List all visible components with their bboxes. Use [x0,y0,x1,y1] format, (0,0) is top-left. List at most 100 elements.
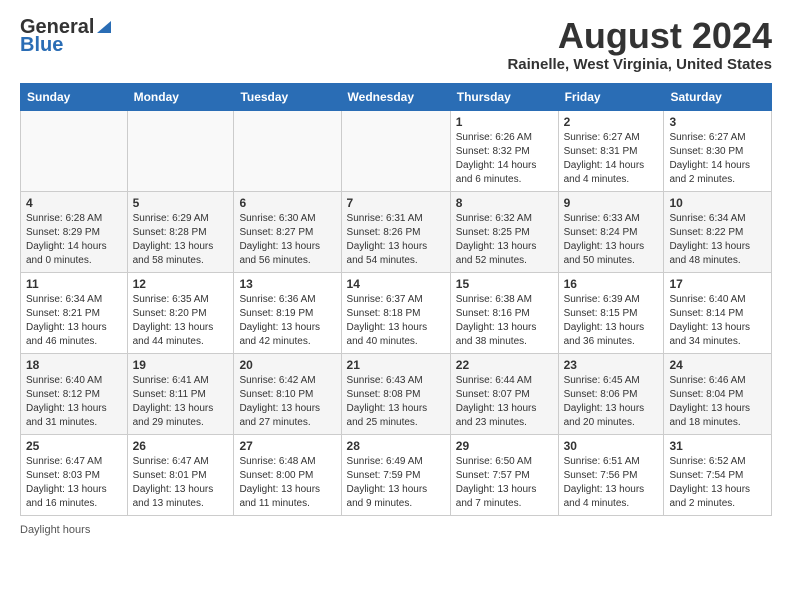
footer: Daylight hours [20,524,772,536]
day-of-week-header: Saturday [664,83,772,110]
day-of-week-header: Sunday [21,83,128,110]
day-number: 27 [239,439,335,453]
day-info: Sunrise: 6:40 AM Sunset: 8:14 PM Dayligh… [669,293,766,349]
calendar-cell [21,110,128,191]
day-number: 26 [133,439,229,453]
day-info: Sunrise: 6:35 AM Sunset: 8:20 PM Dayligh… [133,293,229,349]
day-info: Sunrise: 6:46 AM Sunset: 8:04 PM Dayligh… [669,374,766,430]
calendar-cell: 19 Sunrise: 6:41 AM Sunset: 8:11 PM Dayli… [127,353,234,434]
day-number: 6 [239,196,335,210]
day-number: 19 [133,358,229,372]
day-number: 16 [564,277,659,291]
day-number: 12 [133,277,229,291]
day-info: Sunrise: 6:50 AM Sunset: 7:57 PM Dayligh… [456,455,553,511]
day-info: Sunrise: 6:41 AM Sunset: 8:11 PM Dayligh… [133,374,229,430]
day-number: 9 [564,196,659,210]
day-number: 14 [347,277,445,291]
day-number: 15 [456,277,553,291]
day-info: Sunrise: 6:37 AM Sunset: 8:18 PM Dayligh… [347,293,445,349]
calendar-cell: 1Sunrise: 6:26 AM Sunset: 8:32 PM Daylig… [450,110,558,191]
calendar-cell: 17 Sunrise: 6:40 AM Sunset: 8:14 PM Dayli… [664,272,772,353]
day-number: 5 [133,196,229,210]
calendar-cell: 27Sunrise: 6:48 AM Sunset: 8:00 PM Dayli… [234,434,341,515]
day-number: 29 [456,439,553,453]
calendar-cell: 5 Sunrise: 6:29 AM Sunset: 8:28 PM Daylig… [127,191,234,272]
day-info: Sunrise: 6:27 AM Sunset: 8:31 PM Dayligh… [564,131,659,187]
day-number: 10 [669,196,766,210]
calendar-cell: 15 Sunrise: 6:38 AM Sunset: 8:16 PM Dayli… [450,272,558,353]
day-info: Sunrise: 6:27 AM Sunset: 8:30 PM Dayligh… [669,131,766,187]
calendar-cell: 12 Sunrise: 6:35 AM Sunset: 8:20 PM Dayli… [127,272,234,353]
calendar-cell: 7 Sunrise: 6:31 AM Sunset: 8:26 PM Daylig… [341,191,450,272]
day-number: 1 [456,115,553,129]
calendar-cell: 21 Sunrise: 6:43 AM Sunset: 8:08 PM Dayli… [341,353,450,434]
calendar-cell: 20 Sunrise: 6:42 AM Sunset: 8:10 PM Dayli… [234,353,341,434]
day-info: Sunrise: 6:28 AM Sunset: 8:29 PM Dayligh… [26,212,122,268]
calendar-cell [341,110,450,191]
day-info: Sunrise: 6:30 AM Sunset: 8:27 PM Dayligh… [239,212,335,268]
calendar-cell: 10 Sunrise: 6:34 AM Sunset: 8:22 PM Dayli… [664,191,772,272]
day-number: 22 [456,358,553,372]
day-number: 18 [26,358,122,372]
day-info: Sunrise: 6:29 AM Sunset: 8:28 PM Dayligh… [133,212,229,268]
day-info: Sunrise: 6:33 AM Sunset: 8:24 PM Dayligh… [564,212,659,268]
day-info: Sunrise: 6:49 AM Sunset: 7:59 PM Dayligh… [347,455,445,511]
calendar-cell: 22 Sunrise: 6:44 AM Sunset: 8:07 PM Dayli… [450,353,558,434]
day-info: Sunrise: 6:34 AM Sunset: 8:22 PM Dayligh… [669,212,766,268]
day-info: Sunrise: 6:36 AM Sunset: 8:19 PM Dayligh… [239,293,335,349]
calendar-cell: 9 Sunrise: 6:33 AM Sunset: 8:24 PM Daylig… [558,191,664,272]
day-info: Sunrise: 6:32 AM Sunset: 8:25 PM Dayligh… [456,212,553,268]
day-number: 2 [564,115,659,129]
day-number: 3 [669,115,766,129]
day-info: Sunrise: 6:51 AM Sunset: 7:56 PM Dayligh… [564,455,659,511]
calendar-cell [127,110,234,191]
day-of-week-header: Thursday [450,83,558,110]
calendar-cell: 30 Sunrise: 6:51 AM Sunset: 7:56 PM Dayli… [558,434,664,515]
day-number: 13 [239,277,335,291]
day-info: Sunrise: 6:34 AM Sunset: 8:21 PM Dayligh… [26,293,122,349]
location: Rainelle, West Virginia, United States [507,56,772,73]
calendar-cell: 23 Sunrise: 6:45 AM Sunset: 8:06 PM Dayli… [558,353,664,434]
header: General Blue August 2024 Rainelle, West … [20,16,772,73]
month-year: August 2024 [507,16,772,56]
day-number: 20 [239,358,335,372]
day-info: Sunrise: 6:39 AM Sunset: 8:15 PM Dayligh… [564,293,659,349]
day-info: Sunrise: 6:47 AM Sunset: 8:03 PM Dayligh… [26,455,122,511]
day-number: 23 [564,358,659,372]
day-number: 24 [669,358,766,372]
calendar-table: SundayMondayTuesdayWednesdayThursdayFrid… [20,83,772,516]
day-info: Sunrise: 6:43 AM Sunset: 8:08 PM Dayligh… [347,374,445,430]
calendar-cell: 29 Sunrise: 6:50 AM Sunset: 7:57 PM Dayli… [450,434,558,515]
day-number: 28 [347,439,445,453]
day-info: Sunrise: 6:42 AM Sunset: 8:10 PM Dayligh… [239,374,335,430]
calendar-cell: 14 Sunrise: 6:37 AM Sunset: 8:18 PM Dayli… [341,272,450,353]
calendar-cell: 13 Sunrise: 6:36 AM Sunset: 8:19 PM Dayli… [234,272,341,353]
calendar-cell: 18Sunrise: 6:40 AM Sunset: 8:12 PM Dayli… [21,353,128,434]
day-info: Sunrise: 6:45 AM Sunset: 8:06 PM Dayligh… [564,374,659,430]
footer-text: Daylight hours [20,524,90,536]
calendar-cell: 11 Sunrise: 6:34 AM Sunset: 8:21 PM Dayli… [21,272,128,353]
day-info: Sunrise: 6:44 AM Sunset: 8:07 PM Dayligh… [456,374,553,430]
calendar-cell: 3 Sunrise: 6:27 AM Sunset: 8:30 PM Daylig… [664,110,772,191]
logo-blue: Blue [20,34,63,57]
day-info: Sunrise: 6:31 AM Sunset: 8:26 PM Dayligh… [347,212,445,268]
day-of-week-header: Wednesday [341,83,450,110]
day-number: 17 [669,277,766,291]
day-of-week-header: Monday [127,83,234,110]
calendar-cell: 28 Sunrise: 6:49 AM Sunset: 7:59 PM Dayli… [341,434,450,515]
day-number: 11 [26,277,122,291]
day-number: 30 [564,439,659,453]
logo-icon [95,17,113,35]
calendar-cell: 16 Sunrise: 6:39 AM Sunset: 8:15 PM Dayli… [558,272,664,353]
calendar-cell: 6 Sunrise: 6:30 AM Sunset: 8:27 PM Daylig… [234,191,341,272]
title-area: August 2024 Rainelle, West Virginia, Uni… [507,16,772,73]
calendar-cell: 26Sunrise: 6:47 AM Sunset: 8:01 PM Dayli… [127,434,234,515]
calendar-cell: 31Sunrise: 6:52 AM Sunset: 7:54 PM Dayli… [664,434,772,515]
day-info: Sunrise: 6:38 AM Sunset: 8:16 PM Dayligh… [456,293,553,349]
day-number: 4 [26,196,122,210]
day-number: 21 [347,358,445,372]
day-number: 7 [347,196,445,210]
calendar-cell: 8Sunrise: 6:32 AM Sunset: 8:25 PM Daylig… [450,191,558,272]
day-of-week-header: Tuesday [234,83,341,110]
calendar-cell: 2 Sunrise: 6:27 AM Sunset: 8:31 PM Daylig… [558,110,664,191]
